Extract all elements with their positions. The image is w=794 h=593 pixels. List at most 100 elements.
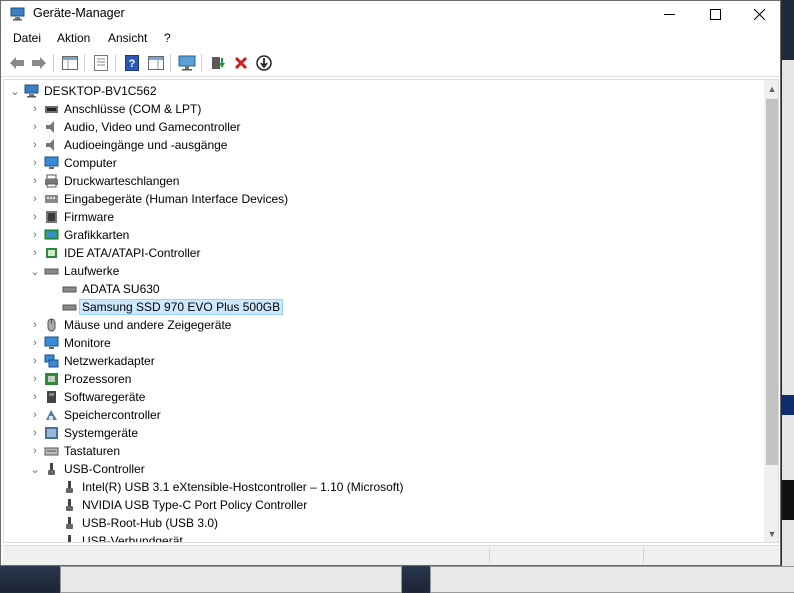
expand-chevron-icon[interactable]: ›	[28, 425, 42, 441]
tree-category-item[interactable]: › Prozessoren	[4, 370, 764, 388]
tree-item-label: Speichercontroller	[64, 408, 161, 422]
tree-category-item[interactable]: › Netzwerkadapter	[4, 352, 764, 370]
uninstall-device-button[interactable]	[231, 53, 251, 73]
expand-chevron-icon[interactable]: ›	[28, 335, 42, 351]
device-tree[interactable]: ⌄ DESKTOP-BV1C562 › Anschlüsse (COM & LPT) ›…	[3, 79, 779, 543]
menu-ansicht[interactable]: Ansicht	[108, 31, 147, 45]
expand-chevron-icon[interactable]: ›	[28, 101, 42, 117]
speaker-icon	[46, 121, 54, 133]
vertical-scrollbar[interactable]: ▲ ▼	[764, 80, 778, 542]
tree-item-label: USB-Verbundgerät	[82, 534, 183, 543]
collapse-chevron-icon[interactable]: ⌄	[28, 461, 42, 477]
tree-root[interactable]: ⌄ DESKTOP-BV1C562	[4, 82, 764, 100]
tree-category-item[interactable]: › Firmware	[4, 208, 764, 226]
expand-chevron-icon[interactable]: ›	[28, 245, 42, 261]
tree-category-item[interactable]: › Speichercontroller	[4, 406, 764, 424]
tree-item-label: Softwaregeräte	[64, 390, 146, 404]
tree-category-item[interactable]: › Mäuse und andere Zeigegeräte	[4, 316, 764, 334]
tree-category-item[interactable]: › Computer	[4, 154, 764, 172]
update-driver-button[interactable]	[208, 53, 228, 73]
computer-icon	[24, 84, 39, 98]
tree-item-label: ADATA SU630	[82, 282, 160, 296]
tree-device-item[interactable]: ADATA SU630	[4, 280, 764, 298]
tree-item-label: Audio, Video und Gamecontroller	[64, 120, 241, 134]
tree-category-item[interactable]: › Druckwarteschlangen	[4, 172, 764, 190]
tree-category-item[interactable]: › Tastaturen	[4, 442, 764, 460]
help-button[interactable]: ?	[122, 53, 142, 73]
tree-item-label: NVIDIA USB Type-C Port Policy Controller	[82, 498, 308, 512]
status-bar-divider	[643, 548, 644, 563]
tree-category-item[interactable]: › Anschlüsse (COM & LPT)	[4, 100, 764, 118]
tree-device-item[interactable]: Intel(R) USB 3.1 eXtensible-Hostcontroll…	[4, 478, 764, 496]
tree-item-label: Systemgeräte	[64, 426, 139, 440]
maximize-button[interactable]	[692, 1, 738, 27]
expand-chevron-icon[interactable]: ›	[28, 173, 42, 189]
keyboard-icon	[44, 447, 59, 456]
expand-chevron-icon[interactable]: ›	[28, 227, 42, 243]
status-bar-divider	[489, 548, 490, 563]
properties-button[interactable]	[91, 53, 111, 73]
disable-device-button[interactable]	[254, 53, 274, 73]
expand-chevron-icon[interactable]: ›	[28, 119, 42, 135]
collapse-chevron-icon[interactable]: ⌄	[28, 263, 42, 279]
scan-hardware-button[interactable]	[177, 53, 197, 73]
system-device-icon	[45, 427, 58, 439]
collapse-chevron-icon[interactable]: ⌄	[8, 83, 22, 99]
toolbar-separator	[115, 54, 116, 72]
tree-item-label: Computer	[64, 156, 117, 170]
maximize-icon	[709, 8, 721, 20]
hid-icon	[45, 195, 58, 203]
expand-chevron-icon[interactable]: ›	[28, 353, 42, 369]
forward-button[interactable]	[29, 53, 49, 73]
close-button[interactable]	[736, 1, 782, 27]
processor-icon	[45, 373, 58, 385]
tree-device-item[interactable]: USB-Verbundgerät	[4, 532, 764, 543]
expand-chevron-icon[interactable]: ›	[28, 389, 42, 405]
action-view-button[interactable]	[146, 53, 166, 73]
tree-category-item[interactable]: › Audioeingänge und -ausgänge	[4, 136, 764, 154]
tree-category-item[interactable]: ⌄ USB-Controller	[4, 460, 764, 478]
tree-item-label: Anschlüsse (COM & LPT)	[64, 102, 202, 116]
tree-item-label: Samsung SSD 970 EVO Plus 500GB	[78, 299, 284, 315]
tree-category-item[interactable]: › IDE ATA/ATAPI-Controller	[4, 244, 764, 262]
minimize-button[interactable]	[646, 1, 692, 27]
show-hide-tree-icon	[62, 56, 78, 70]
tree-device-item[interactable]: USB-Root-Hub (USB 3.0)	[4, 514, 764, 532]
tree-device-item[interactable]: Samsung SSD 970 EVO Plus 500GB	[4, 298, 764, 316]
background-block	[782, 395, 794, 415]
menu-aktion[interactable]: Aktion	[57, 31, 90, 45]
background-window-edge	[430, 566, 794, 593]
tree-category-item[interactable]: › Eingabegeräte (Human Interface Devices)	[4, 190, 764, 208]
expand-chevron-icon[interactable]: ›	[28, 137, 42, 153]
tree-category-item[interactable]: › Monitore	[4, 334, 764, 352]
scroll-up-button[interactable]: ▲	[764, 80, 778, 97]
device-manager-window: Geräte-Manager Datei Aktion Ansicht ? ? …	[0, 0, 781, 566]
software-device-icon	[47, 391, 56, 403]
scan-hardware-icon	[178, 55, 196, 71]
usb-icon	[66, 481, 73, 493]
tree-item-label: Monitore	[64, 336, 111, 350]
back-arrow-icon	[10, 57, 24, 69]
scroll-down-button[interactable]: ▼	[764, 525, 778, 542]
tree-category-item[interactable]: › Audio, Video und Gamecontroller	[4, 118, 764, 136]
expand-chevron-icon[interactable]: ›	[28, 209, 42, 225]
tree-category-item[interactable]: › Systemgeräte	[4, 424, 764, 442]
title-bar[interactable]: Geräte-Manager	[1, 1, 780, 27]
tree-category-item[interactable]: › Grafikkarten	[4, 226, 764, 244]
expand-chevron-icon[interactable]: ›	[28, 443, 42, 459]
menu-datei[interactable]: Datei	[13, 31, 41, 45]
menu-help[interactable]: ?	[164, 31, 171, 45]
scrollbar-thumb[interactable]	[766, 99, 778, 465]
tree-device-item[interactable]: NVIDIA USB Type-C Port Policy Controller	[4, 496, 764, 514]
tree-category-item[interactable]: ⌄ Laufwerke	[4, 262, 764, 280]
tree-category-item[interactable]: › Softwaregeräte	[4, 388, 764, 406]
expand-chevron-icon[interactable]: ›	[28, 407, 42, 423]
expand-chevron-icon[interactable]: ›	[28, 191, 42, 207]
uninstall-device-icon	[234, 56, 248, 70]
disk-drive-icon	[62, 286, 77, 293]
back-button[interactable]	[7, 53, 27, 73]
expand-chevron-icon[interactable]: ›	[28, 155, 42, 171]
expand-chevron-icon[interactable]: ›	[28, 371, 42, 387]
show-hide-tree-button[interactable]	[60, 53, 80, 73]
expand-chevron-icon[interactable]: ›	[28, 317, 42, 333]
